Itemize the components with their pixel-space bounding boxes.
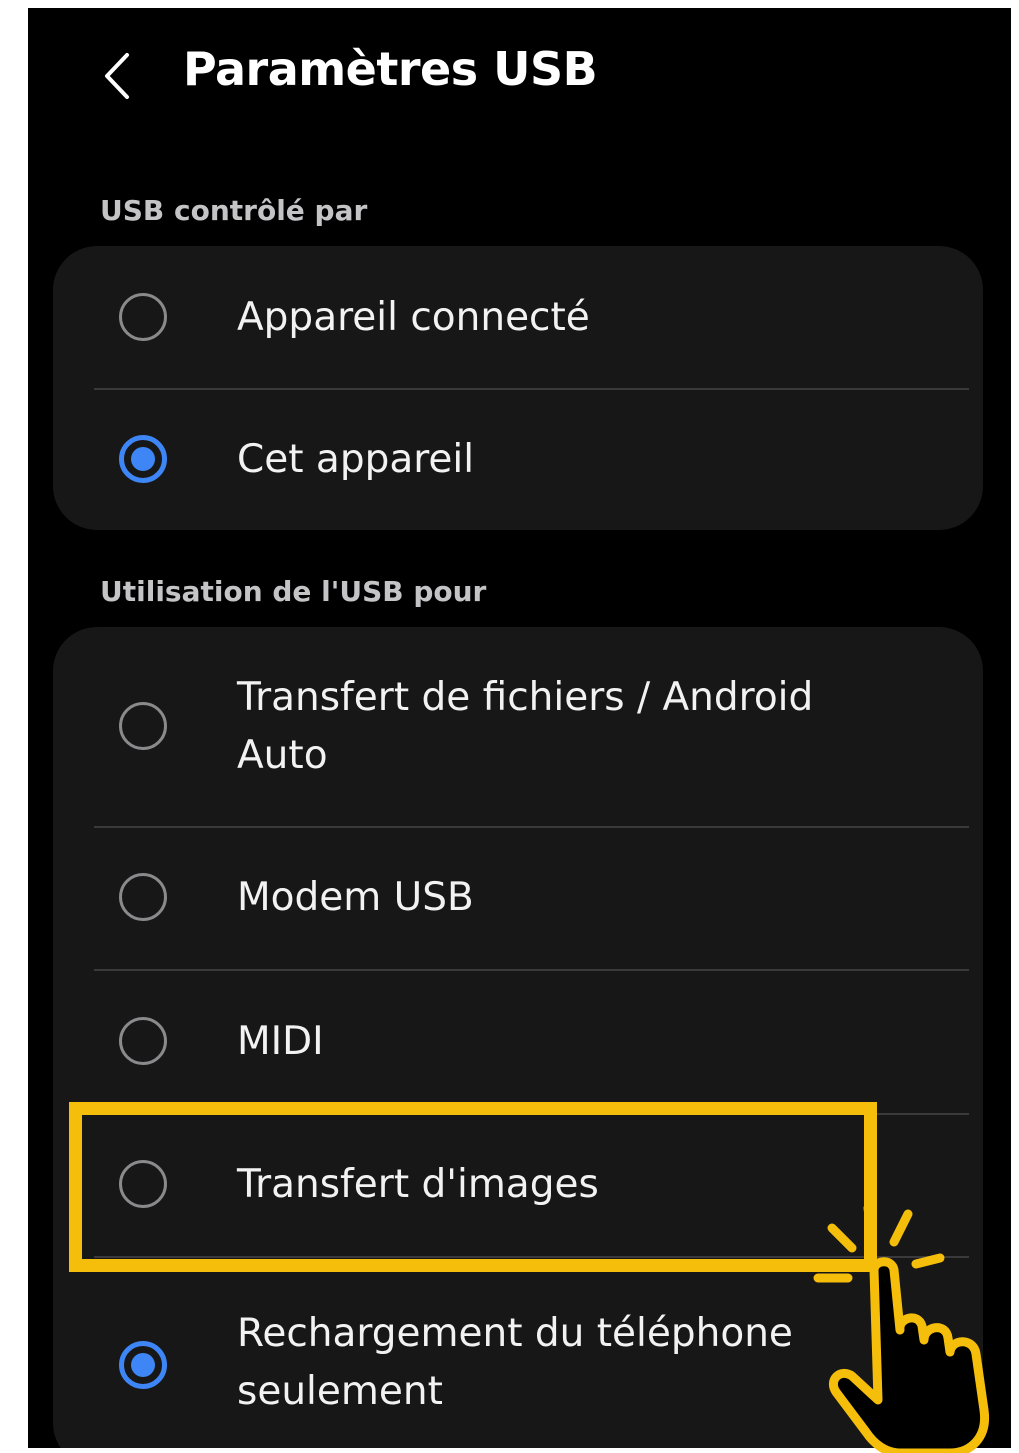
option-label: Modem USB: [237, 875, 474, 920]
radio-button[interactable]: [119, 1160, 167, 1208]
option-connected-device[interactable]: Appareil connecté: [53, 246, 983, 388]
usb-settings-screen: Paramètres USB USB contrôlé par Appareil…: [28, 8, 1011, 1448]
app-bar: Paramètres USB: [28, 8, 1011, 148]
radio-button[interactable]: [119, 873, 167, 921]
option-this-device[interactable]: Cet appareil: [53, 389, 983, 530]
section-label-usb-controlled-by: USB contrôlé par: [100, 194, 368, 227]
option-label: Transfert d'images: [237, 1162, 599, 1207]
option-midi[interactable]: MIDI: [53, 970, 983, 1113]
radio-button[interactable]: [119, 1017, 167, 1065]
option-label: Rechargement du téléphone seulement: [237, 1311, 793, 1414]
radio-button-selected[interactable]: [119, 1341, 167, 1389]
option-image-transfer[interactable]: Transfert d'images: [53, 1114, 983, 1256]
page-title: Paramètres USB: [183, 42, 598, 96]
option-charging-only[interactable]: Rechargement du téléphone seulement: [53, 1257, 983, 1448]
radio-button[interactable]: [119, 702, 167, 750]
usb-use-for-card: Transfert de fichiers / Android Auto Mod…: [53, 627, 983, 1448]
option-usb-modem[interactable]: Modem USB: [53, 827, 983, 969]
back-button[interactable]: [92, 46, 142, 106]
option-label: Transfert de fichiers / Android Auto: [237, 675, 814, 778]
radio-button[interactable]: [119, 293, 167, 341]
option-label: Appareil connecté: [237, 295, 590, 340]
option-label: MIDI: [237, 1019, 324, 1064]
radio-button-selected[interactable]: [119, 435, 167, 483]
option-file-transfer[interactable]: Transfert de fichiers / Android Auto: [53, 627, 983, 826]
option-label: Cet appareil: [237, 437, 475, 482]
section-label-usb-use-for: Utilisation de l'USB pour: [100, 575, 487, 608]
usb-controlled-by-card: Appareil connecté Cet appareil: [53, 246, 983, 530]
chevron-left-icon: [105, 53, 129, 99]
